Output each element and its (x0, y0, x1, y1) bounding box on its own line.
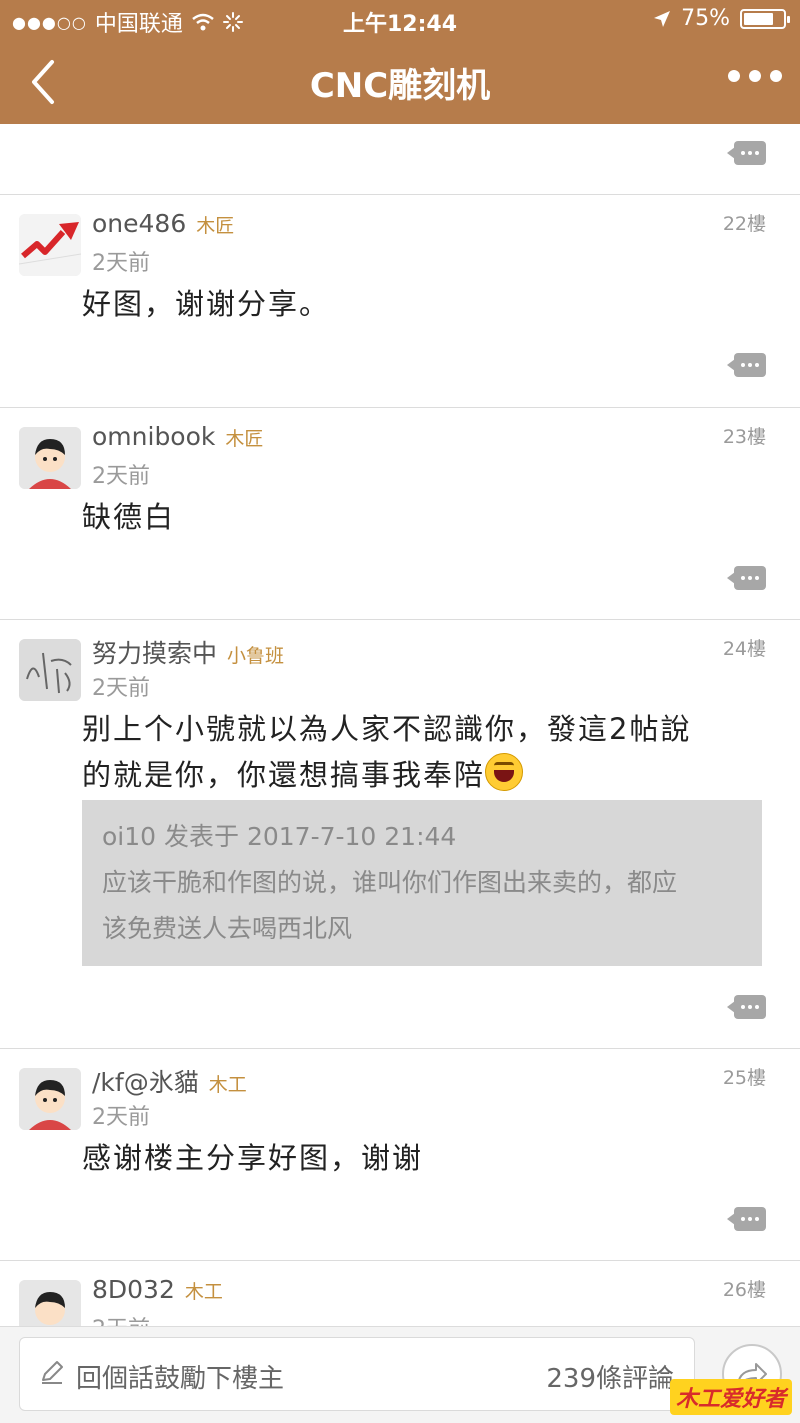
floor-number: 23樓 (722, 426, 766, 448)
username-text: 努力摸索中 (92, 639, 218, 668)
quote-block: oi10 发表于 2017-7-10 21:44 应该干脆和作图的说，谁叫你们作… (82, 800, 762, 966)
post-time: 2天前 (92, 251, 150, 276)
post-time: 2天前 (92, 464, 150, 489)
comment-count[interactable]: 239條評論 (546, 1358, 674, 1395)
post-item: omnibook 木匠 2天前 23樓 缺德白 (0, 408, 800, 619)
pencil-icon (42, 1361, 63, 1384)
comment-bubble-icon[interactable] (727, 141, 766, 165)
default-avatar-icon (19, 1068, 81, 1130)
post-item: 努力摸索中 小鲁班 2天前 24樓 别上个小號就以為人家不認識你，發這2帖說 的就… (0, 620, 800, 1048)
post-content: 感谢楼主分享好图，谢谢 (82, 1141, 424, 1175)
username[interactable]: /kf@氷貓 木工 (92, 1063, 247, 1099)
post-content: 好图，谢谢分享。 (82, 287, 331, 321)
laughing-emoji-icon (485, 753, 524, 791)
avatar[interactable] (19, 214, 81, 276)
username[interactable]: 努力摸索中 小鲁班 (92, 634, 284, 670)
username[interactable]: omnibook 木匠 (92, 422, 263, 451)
username[interactable]: one486 木匠 (92, 209, 234, 238)
user-rank-badge: 木工 (208, 1074, 247, 1096)
avatar[interactable] (19, 1068, 81, 1130)
username-text: omnibook (92, 422, 216, 451)
floor-number: 26樓 (722, 1279, 766, 1301)
post-content-line: 的就是你，你還想搞事我奉陪 (82, 752, 691, 798)
reply-input[interactable]: 回個話鼓勵下樓主 239條評論 (19, 1337, 695, 1411)
battery-fill (744, 12, 773, 25)
location-arrow-icon (654, 10, 671, 27)
status-right: 75% (653, 6, 790, 31)
default-avatar-icon (19, 427, 81, 489)
floor-number: 22樓 (722, 213, 766, 235)
user-rank-badge: 小鲁班 (227, 645, 285, 667)
user-rank-badge: 木工 (184, 1281, 223, 1303)
post-time: 2天前 (92, 676, 150, 701)
post-item: /kf@氷貓 木工 2天前 25樓 感谢楼主分享好图，谢谢 (0, 1049, 800, 1260)
stock-chart-avatar-icon (19, 214, 81, 276)
quote-text: 该免费送人去喝西北风 (102, 914, 353, 943)
post-item: 8D032 木工 2天前 26樓 (0, 1261, 800, 1326)
post-content: 别上个小號就以為人家不認識你，發這2帖說 的就是你，你還想搞事我奉陪 (82, 706, 691, 798)
post-content-text: 的就是你，你還想搞事我奉陪 (82, 758, 486, 792)
avatar[interactable] (19, 1280, 81, 1326)
comment-bubble-icon[interactable] (727, 353, 766, 377)
nav-bar: CNC雕刻机 (0, 40, 800, 124)
comment-bubble-icon[interactable] (727, 1207, 766, 1231)
status-bar: ●●●○○ 中国联通 上午12:44 75% (0, 0, 800, 40)
comment-bubble-icon[interactable] (727, 566, 766, 590)
reply-placeholder: 回個話鼓勵下樓主 (76, 1364, 285, 1394)
bottom-bar: 回個話鼓勵下樓主 239條評論 木工爱好者 (0, 1326, 800, 1423)
comment-bubble-icon[interactable] (727, 995, 766, 1019)
username-text: one486 (92, 209, 187, 238)
user-rank-badge: 木匠 (225, 428, 264, 450)
default-avatar-icon (19, 1280, 81, 1326)
quote-header: oi10 发表于 2017-7-10 21:44 (102, 822, 457, 851)
floor-number: 24樓 (722, 638, 766, 660)
avatar[interactable] (19, 427, 81, 489)
user-rank-badge: 木匠 (196, 215, 235, 237)
post-content: 缺德白 (82, 500, 176, 534)
floor-number: 25樓 (722, 1067, 766, 1089)
watermark-logo: 木工爱好者 (669, 1379, 792, 1415)
more-dots-icon[interactable] (728, 70, 782, 82)
battery-percent: 75% (681, 6, 730, 31)
quote-text: 应该干脆和作图的说，谁叫你们作图出来卖的，都应 (102, 868, 678, 897)
username-text: /kf@氷貓 (92, 1068, 199, 1097)
username-text: 8D032 (92, 1275, 175, 1304)
page-title: CNC雕刻机 (309, 66, 491, 106)
post-time: 2天前 (92, 1105, 150, 1130)
top-bar: ●●●○○ 中国联通 上午12:44 75% CNC雕刻机 (0, 0, 800, 124)
post-item: one486 木匠 2天前 22樓 好图，谢谢分享。 (0, 195, 800, 407)
post-time: 2天前 (92, 1311, 150, 1326)
calligraphy-avatar-icon (19, 639, 81, 701)
post-content-line: 别上个小號就以為人家不認識你，發這2帖說 (82, 712, 692, 746)
username[interactable]: 8D032 木工 (92, 1275, 223, 1304)
avatar[interactable] (19, 639, 81, 701)
battery-icon (740, 8, 790, 29)
